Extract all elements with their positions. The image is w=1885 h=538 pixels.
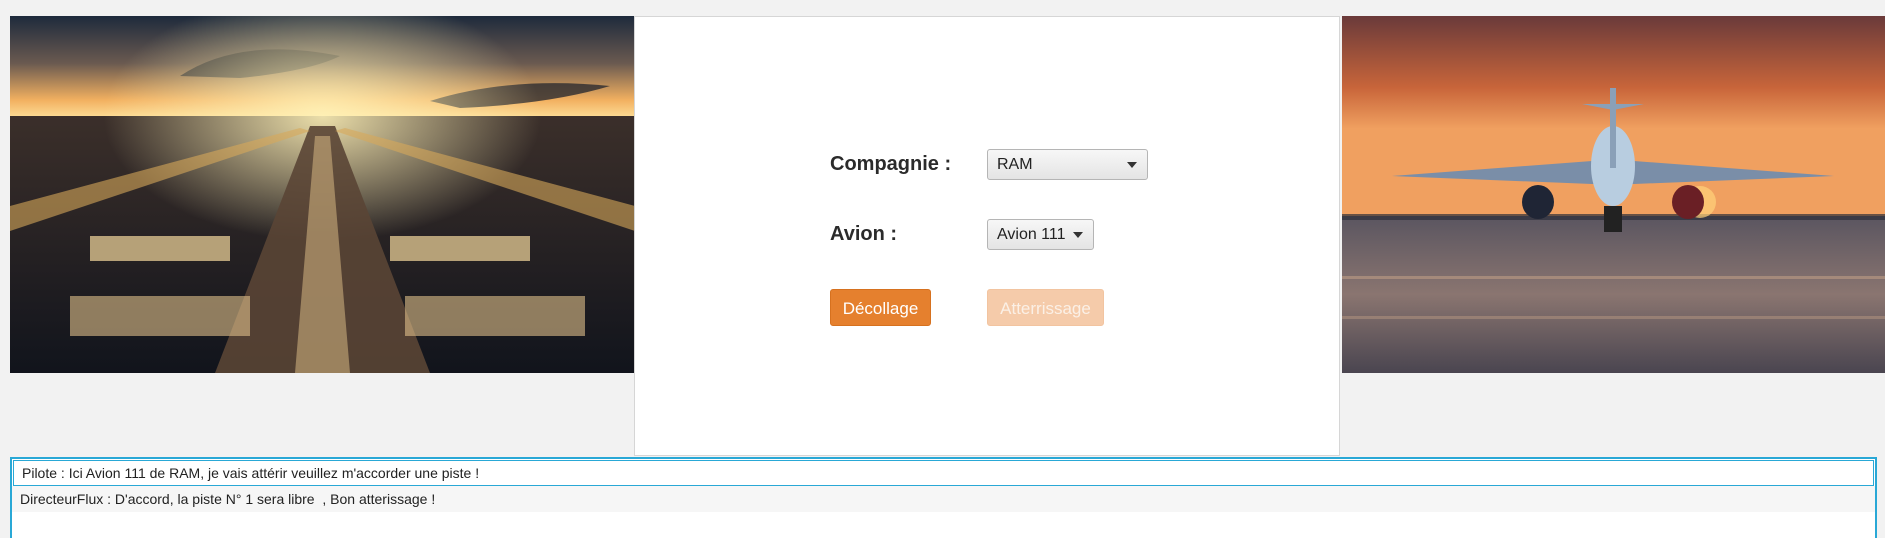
company-select-value: RAM [997,156,1033,173]
runway-image [10,16,635,373]
message-log[interactable]: Pilote : Ici Avion 111 de RAM, je vais a… [10,457,1877,538]
control-panel: Compagnie : RAM Avion : Avion 111 Décoll… [634,16,1340,456]
takeoff-button[interactable]: Décollage [830,289,931,326]
plane-select-value: Avion 111 [997,226,1066,243]
chevron-down-icon [1127,162,1137,168]
chevron-down-icon [1073,232,1083,238]
runway-sunset-image [10,16,635,373]
company-select[interactable]: RAM [987,149,1148,180]
airplane-image [1342,16,1885,373]
log-line-pilot[interactable]: Pilote : Ici Avion 111 de RAM, je vais a… [13,460,1874,486]
landing-button[interactable]: Atterrissage [987,289,1104,326]
company-label: Compagnie : [830,153,952,175]
plane-select[interactable]: Avion 111 [987,219,1094,250]
airplane-runway-sunset-image [1342,16,1885,373]
plane-label: Avion : [830,223,898,245]
log-line-controller[interactable]: DirecteurFlux : D'accord, la piste N° 1 … [12,486,1875,512]
